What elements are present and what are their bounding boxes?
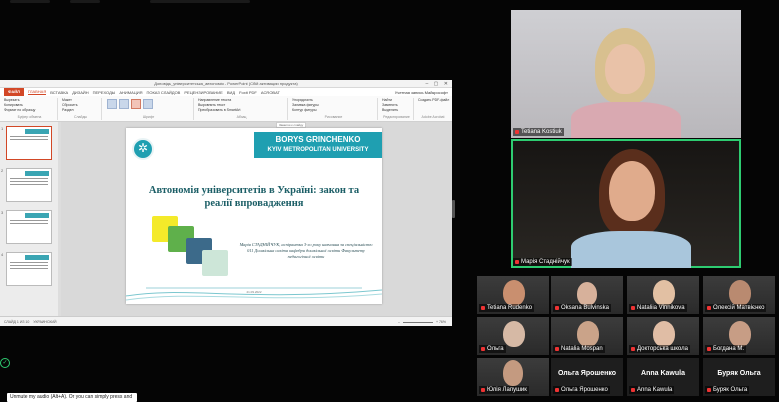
participant-name: Юлія Лапушик	[479, 386, 529, 394]
section-button[interactable]: Раздел	[62, 108, 101, 113]
participant-name: Natalia Mospan	[553, 345, 605, 353]
security-shield-icon[interactable]: ✓	[0, 358, 10, 368]
participant-name: Ольга	[479, 345, 506, 353]
ppt-ribbon-tabs: ФАЙЛ ГЛАВНАЯ ВСТАВКА ДИЗАЙН ПЕРЕХОДЫ АНИ…	[0, 88, 452, 96]
video-tile[interactable]: Nataliia Vinnikova	[627, 276, 699, 314]
tab-acrobat[interactable]: ACROBAT	[261, 90, 280, 95]
participant-center-name: Буряк Ольга	[717, 370, 761, 377]
ribbon-group-editing: Найти Заменить Выделить Редактирование	[380, 98, 414, 120]
video-tile-speaker-2[interactable]: Марія Стаднійчук	[511, 139, 741, 268]
font-size-box[interactable]	[119, 99, 129, 109]
university-logo-icon	[132, 138, 154, 160]
zoom-level[interactable]: 76%	[439, 320, 446, 324]
video-tile[interactable]: Буряк Ольга Буряк Ольга	[703, 358, 775, 396]
tab-insert[interactable]: ВСТАВКА	[50, 90, 68, 95]
tab-animation[interactable]: АНИМАЦИЯ	[119, 90, 142, 95]
participant-name: Докторська школа	[629, 345, 690, 353]
ribbon-group-font: Шрифт	[104, 98, 194, 120]
tab-file[interactable]: ФАЙЛ	[4, 88, 24, 96]
split-resize-handle[interactable]	[452, 200, 455, 218]
ribbon-group-acrobat: Создать PDF-файл Adobe Acrobat	[418, 98, 450, 119]
video-tile[interactable]: Докторська школа	[627, 317, 699, 355]
zoom-meeting-window: Доповідь_університетська_автономія - Pow…	[0, 0, 779, 402]
top-taskbar-strip	[0, 0, 260, 4]
slide-date: 21.09.2022	[246, 290, 262, 294]
slide-title: Автономія університетів в Україні: закон…	[148, 185, 360, 209]
video-tile[interactable]: Олексій Матвієнко	[703, 276, 775, 314]
ppt-ribbon: Вырезать Копировать Формат по образцу Бу…	[0, 96, 452, 122]
ribbon-group-paragraph: Направление текста Выровнять текст Преоб…	[196, 98, 288, 120]
account-name[interactable]: Учетная запись Майкрософт	[395, 90, 448, 95]
shape-outline-button[interactable]: Контур фигуры	[292, 108, 377, 113]
participant-name: Марія Стаднійчук	[513, 258, 572, 266]
ppt-workspace: 1 2 3 4 Заметки к слайду BORYS GRINCHENK…	[0, 122, 452, 316]
video-tile[interactable]: Ольга Ярошенко Ольга Ярошенко	[551, 358, 623, 396]
video-tile-speaker-1[interactable]: Tetiana Kostiuk	[511, 10, 741, 138]
university-banner: BORYS GRINCHENKO KYIV METROPOLITAN UNIVE…	[254, 132, 382, 158]
participant-center-name: Ольга Ярошенко	[557, 370, 617, 377]
slide-thumbnail[interactable]	[6, 252, 52, 286]
video-tile[interactable]: Natalia Mospan	[551, 317, 623, 355]
bold-button[interactable]	[143, 99, 153, 109]
slide-thumbnails-pane: 1 2 3 4	[0, 122, 61, 316]
participant-center-name: Anna Kawula	[641, 370, 685, 377]
ribbon-group-clipboard: Вырезать Копировать Формат по образцу Бу…	[2, 98, 58, 120]
participant-name: Tetiana Rudenko	[479, 304, 535, 312]
video-tile[interactable]: Oksana Bulvinska	[551, 276, 623, 314]
participant-name: Ольга Ярошенко	[553, 386, 610, 394]
unmute-tooltip: Unmute my audio (Alt+A). Or you can simp…	[7, 393, 137, 402]
shared-screen-powerpoint: Доповідь_університетська_автономія - Pow…	[0, 80, 452, 326]
zoom-slider[interactable]: – +	[398, 320, 438, 324]
tab-home[interactable]: ГЛАВНАЯ	[27, 89, 47, 95]
slide-author: Марія СТАДНІЙЧУК, аспірантка 3-го року н…	[239, 242, 373, 259]
tab-view[interactable]: ВИД	[227, 90, 235, 95]
font-color-button[interactable]	[131, 99, 141, 109]
ribbon-group-slides: Макет Сбросить Раздел Слайды	[60, 98, 102, 120]
participant-name: Богдана М.	[705, 345, 747, 353]
video-tile[interactable]: Богдана М.	[703, 317, 775, 355]
ppt-status-bar: СЛАЙД 1 ИЗ 10 УКРАИНСКИЙ – + 76%	[0, 316, 452, 326]
video-tile[interactable]: Anna Kawula Anna Kawula	[627, 358, 699, 396]
ribbon-group-drawing: Упорядочить Заливка фигуры Контур фигуры…	[290, 98, 378, 120]
select-button[interactable]: Выделить	[382, 108, 413, 113]
format-painter-button[interactable]: Формат по образцу	[4, 108, 57, 113]
language-indicator: УКРАИНСКИЙ	[33, 320, 57, 324]
decor-square-mint	[202, 250, 228, 276]
participant-name: Олексій Матвієнко	[705, 304, 767, 312]
thumbnails-scrollbar[interactable]	[58, 122, 61, 316]
ppt-window-title: Доповідь_університетська_автономія - Pow…	[154, 81, 298, 86]
tab-slideshow[interactable]: ПОКАЗ СЛАЙДОВ	[146, 90, 180, 95]
slide-thumbnail[interactable]	[6, 126, 52, 160]
participant-name: Oksana Bulvinska	[553, 304, 612, 312]
video-tile[interactable]: Tetiana Rudenko	[477, 276, 549, 314]
tab-foxit[interactable]: Foxit PDF	[239, 90, 257, 95]
create-pdf-button[interactable]: Создать PDF-файл	[418, 98, 450, 103]
tab-review[interactable]: РЕЦЕНЗИРОВАНИЕ	[184, 90, 222, 95]
participant-name: Nataliia Vinnikova	[629, 304, 687, 312]
slide-counter: СЛАЙД 1 ИЗ 10	[4, 320, 30, 324]
slide-thumbnail[interactable]	[6, 168, 52, 202]
font-name-box[interactable]	[107, 99, 117, 109]
tab-transitions[interactable]: ПЕРЕХОДЫ	[93, 90, 116, 95]
ppt-title-bar: Доповідь_університетська_автономія - Pow…	[0, 80, 452, 88]
participant-name: Буряк Ольга	[705, 386, 750, 394]
participant-name: Tetiana Kostiuk	[513, 128, 564, 136]
video-tile[interactable]: Юлія Лапушик	[477, 358, 549, 396]
window-controls[interactable]: – ▢ ✕	[426, 80, 450, 88]
slide-thumbnail[interactable]	[6, 210, 52, 244]
tab-design[interactable]: ДИЗАЙН	[72, 90, 88, 95]
smartart-button[interactable]: Преобразовать в SmartArt	[198, 108, 287, 113]
participant-name: Anna Kawula	[629, 386, 675, 394]
current-slide[interactable]: BORYS GRINCHENKO KYIV METROPOLITAN UNIVE…	[126, 128, 382, 304]
video-tile[interactable]: Ольга	[477, 317, 549, 355]
